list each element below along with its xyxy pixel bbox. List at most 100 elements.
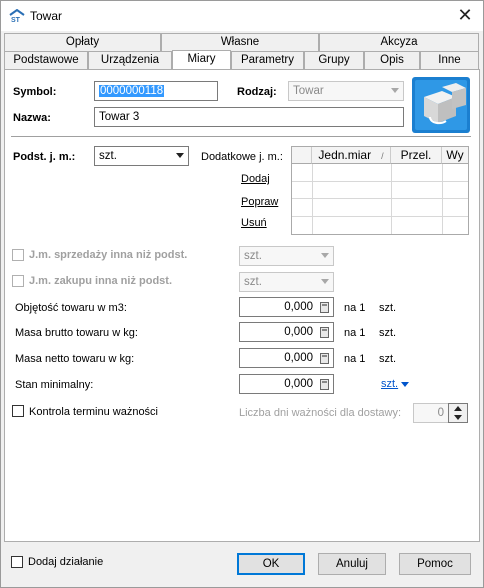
tab-label: Podstawowe <box>13 54 79 66</box>
add-action-checkbox[interactable] <box>11 556 23 568</box>
grid-header-wy[interactable]: Wy <box>442 147 468 164</box>
tab-label: Miary <box>187 53 216 65</box>
per-unit: szt. <box>379 302 397 314</box>
expiry-control-label: Kontrola terminu ważności <box>29 406 159 418</box>
expiry-days-input[interactable]: 0 <box>413 403 449 423</box>
min-stock-label: Stan minimalny: <box>15 379 94 391</box>
spin-down-icon[interactable] <box>454 415 462 420</box>
tab-akcyza[interactable]: Akcyza <box>319 33 479 51</box>
expiry-days-spinner[interactable] <box>448 403 468 423</box>
per-label: na 1 <box>344 353 366 365</box>
sale-unit-value: szt. <box>244 250 262 262</box>
rodzaj-value: Towar <box>293 85 324 97</box>
sort-indicator-icon: / <box>381 151 384 161</box>
calculator-icon[interactable] <box>320 353 329 364</box>
svg-text:ST: ST <box>11 17 21 23</box>
min-stock-input[interactable]: 0,000 <box>239 374 334 394</box>
tab-label: Własne <box>220 36 260 48</box>
tab-label: Urządzenia <box>100 54 160 66</box>
spin-up-icon[interactable] <box>454 406 462 411</box>
gross-mass-value: 0,000 <box>284 326 313 338</box>
nazwa-input[interactable]: Towar 3 <box>94 107 404 127</box>
tab-parametry[interactable]: Parametry <box>231 51 304 69</box>
rodzaj-label: Rodzaj: <box>237 86 277 98</box>
tab-label: Opis <box>380 54 404 66</box>
grid-header-przel[interactable]: Przel. <box>391 147 442 164</box>
grid-header-jedn-miar[interactable]: Jedn.miar / <box>312 147 391 164</box>
chevron-down-icon <box>321 253 329 258</box>
product-boxes-icon <box>412 77 470 133</box>
column-label: Wy <box>446 148 464 162</box>
tab-label: Akcyza <box>380 36 418 48</box>
tab-podstawowe[interactable]: Podstawowe <box>4 51 88 69</box>
base-unit-select[interactable]: szt. <box>94 146 189 166</box>
purchase-unit-checkbox[interactable] <box>12 275 24 287</box>
tab-urzadzenia[interactable]: Urządzenia <box>88 51 172 69</box>
cancel-button[interactable]: Anuluj <box>318 553 386 575</box>
sale-unit-checkbox[interactable] <box>12 249 24 261</box>
calculator-icon[interactable] <box>320 327 329 338</box>
additional-units-label: Dodatkowe j. m.: <box>201 151 283 163</box>
expiry-control-checkbox[interactable] <box>12 405 24 417</box>
tab-inne[interactable]: Inne <box>420 51 479 69</box>
ok-label: OK <box>262 558 280 570</box>
base-unit-value: szt. <box>99 150 117 162</box>
symbol-input[interactable]: 0000000118 <box>94 81 218 101</box>
volume-value: 0,000 <box>284 301 313 313</box>
help-button[interactable]: Pomoc <box>399 553 471 575</box>
tab-oplaty[interactable]: Opłaty <box>4 33 161 51</box>
rodzaj-select[interactable]: Towar <box>288 81 404 101</box>
symbol-value: 0000000118 <box>99 85 165 97</box>
tab-miary[interactable]: Miary <box>172 50 231 70</box>
chevron-down-icon <box>176 153 184 158</box>
tab-grupy[interactable]: Grupy <box>304 51 364 69</box>
purchase-unit-select[interactable]: szt. <box>239 272 334 292</box>
min-stock-unit-dropdown[interactable]: szt. <box>381 378 410 390</box>
calculator-icon[interactable] <box>320 379 329 390</box>
expiry-days-value: 0 <box>437 407 444 419</box>
net-mass-value: 0,000 <box>284 352 313 364</box>
tab-wlasne[interactable]: Własne <box>161 33 319 51</box>
gross-mass-input[interactable]: 0,000 <box>239 322 334 342</box>
cancel-label: Anuluj <box>336 558 368 570</box>
column-label: Przel. <box>400 148 432 162</box>
per-unit: szt. <box>379 353 397 365</box>
gross-mass-label: Masa brutto towaru w kg: <box>15 327 138 339</box>
min-stock-unit: szt. <box>381 378 399 390</box>
base-unit-label: Podst. j. m.: <box>13 151 76 163</box>
close-icon: ✕ <box>457 5 473 25</box>
expiry-days-label: Liczba dni ważności dla dostawy: <box>239 407 402 419</box>
tab-label: Grupy <box>318 54 350 66</box>
add-action-label: Dodaj działanie <box>28 556 104 568</box>
grid-col-line <box>391 164 392 234</box>
net-mass-input[interactable]: 0,000 <box>239 348 334 368</box>
calculator-icon[interactable] <box>320 302 329 313</box>
help-label: Pomoc <box>417 558 453 570</box>
tab-label: Opłaty <box>65 36 100 48</box>
grid-corner <box>292 147 312 164</box>
purchase-unit-label: J.m. zakupu inna niż podst. <box>29 275 173 287</box>
nazwa-value: Towar 3 <box>99 111 140 123</box>
purchase-unit-value: szt. <box>244 276 262 288</box>
tab-opis[interactable]: Opis <box>364 51 420 69</box>
separator <box>11 136 471 137</box>
sale-unit-select[interactable]: szt. <box>239 246 334 266</box>
net-mass-label: Masa netto towaru w kg: <box>15 353 135 365</box>
sale-unit-label: J.m. sprzedaży inna niż podst. <box>29 249 188 261</box>
symbol-label: Symbol: <box>13 86 57 98</box>
edit-unit-link[interactable]: Popraw <box>241 196 278 208</box>
add-unit-link[interactable]: Dodaj <box>241 173 270 185</box>
dialog-window: ST Towar ✕ Opłaty Własne Akcyza Podstawo… <box>0 0 484 588</box>
additional-units-grid[interactable]: Jedn.miar / Przel. Wy <box>291 146 469 235</box>
delete-unit-link[interactable]: Usuń <box>241 217 267 229</box>
min-stock-value: 0,000 <box>284 378 313 390</box>
close-button[interactable]: ✕ <box>447 1 483 31</box>
grid-col-line <box>312 164 313 234</box>
grid-col-line <box>442 164 443 234</box>
column-label: Jedn.miar <box>318 148 372 162</box>
chevron-down-icon <box>391 88 399 93</box>
volume-input[interactable]: 0,000 <box>239 297 334 317</box>
ok-button[interactable]: OK <box>237 553 305 575</box>
tab-label: Inne <box>438 54 461 66</box>
nazwa-label: Nazwa: <box>13 112 51 124</box>
